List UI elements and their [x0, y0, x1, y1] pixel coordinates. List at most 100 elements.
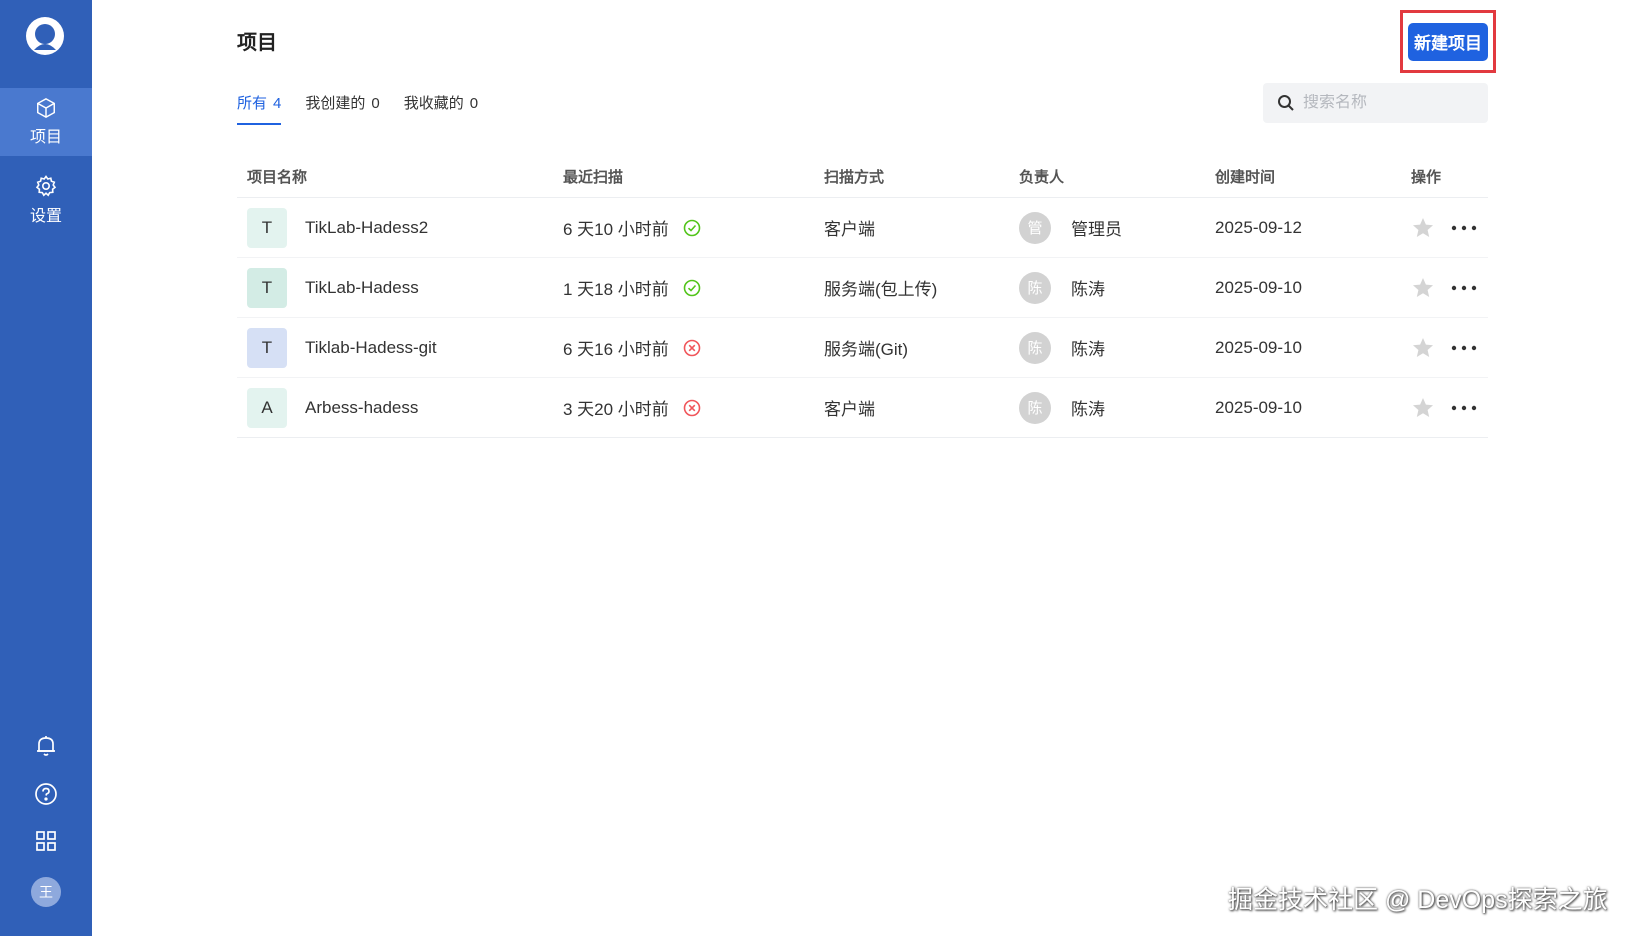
favorite-button[interactable]	[1411, 336, 1435, 360]
created-date-cell: 2025-09-12	[1215, 217, 1302, 237]
more-actions-button[interactable]	[1451, 285, 1477, 291]
project-tabs: 所有 4 我创建的 0 我收藏的 0	[237, 92, 478, 125]
column-header-created[interactable]: 创建时间	[1215, 166, 1411, 187]
table-row[interactable]: A Arbess-hadess 3 天20 小时前 客户端 陈 陈涛 2025-09-10	[237, 378, 1488, 438]
search-input[interactable]	[1303, 94, 1473, 112]
favorite-button[interactable]	[1411, 396, 1435, 420]
owner-name: 陈涛	[1071, 400, 1105, 419]
bell-icon	[37, 736, 55, 756]
favorite-button[interactable]	[1411, 276, 1435, 300]
actions-cell	[1411, 276, 1488, 300]
tab-count: 4	[273, 95, 282, 112]
scan-status	[683, 339, 701, 357]
favorite-button[interactable]	[1411, 216, 1435, 240]
project-name-link[interactable]: TikLab-Hadess	[305, 278, 419, 298]
more-icon	[1451, 285, 1477, 290]
project-avatar: A	[247, 387, 287, 428]
notifications-button[interactable]	[0, 731, 92, 761]
success-check-icon	[683, 279, 701, 296]
apps-button[interactable]	[0, 826, 92, 856]
last-scan-cell: 1 天18 小时前	[563, 275, 824, 300]
create-button-highlight: 新建项目	[1400, 10, 1496, 73]
failed-x-icon	[683, 399, 701, 416]
owner-name: 陈涛	[1071, 280, 1105, 299]
column-header-actions: 操作	[1411, 168, 1442, 186]
tab-label: 所有	[237, 95, 268, 112]
failed-x-icon	[683, 339, 701, 356]
cube-icon	[37, 97, 55, 119]
nav-label-settings: 设置	[29, 208, 62, 225]
project-name-link[interactable]: Arbess-hadess	[305, 398, 418, 418]
tab-created-by-me[interactable]: 我创建的 0	[305, 92, 379, 125]
nav-label-projects: 项目	[29, 129, 62, 146]
project-table: 项目名称 最近扫描 扫描方式 负责人 创建时间 操作 T TikLab-Hades…	[237, 155, 1488, 438]
project-avatar: T	[247, 207, 287, 248]
sidebar: 项目 设置 王	[0, 0, 92, 936]
owner-avatar: 管	[1019, 211, 1051, 244]
search-icon	[1278, 95, 1294, 111]
project-name-link[interactable]: Tiklab-Hadess-git	[305, 338, 437, 358]
help-button[interactable]	[0, 779, 92, 809]
user-avatar: 王	[31, 877, 61, 907]
scan-mode-cell: 客户端	[824, 220, 875, 239]
table-row[interactable]: T TikLab-Hadess 1 天18 小时前 服务端(包上传) 陈 陈涛 2025-0…	[237, 258, 1488, 318]
nav-item-projects[interactable]: 项目	[0, 88, 92, 156]
tab-count: 0	[469, 95, 479, 112]
owner-cell: 陈 陈涛	[1019, 271, 1215, 304]
scan-mode-cell: 客户端	[824, 400, 875, 419]
star-icon	[1413, 337, 1433, 357]
project-name-cell: T Tiklab-Hadess-git	[237, 327, 563, 368]
scan-mode-cell: 服务端(Git)	[824, 340, 909, 359]
owner-cell: 管 管理员	[1019, 211, 1215, 244]
tab-favorites[interactable]: 我收藏的 0	[404, 92, 478, 125]
apps-grid-icon	[36, 831, 56, 851]
success-check-icon	[683, 219, 701, 236]
page-title: 项目	[237, 32, 277, 54]
table-row[interactable]: T Tiklab-Hadess-git 6 天16 小时前 服务端(Git) 陈 陈涛 20…	[237, 318, 1488, 378]
table-header: 项目名称 最近扫描 扫描方式 负责人 创建时间 操作	[237, 155, 1488, 198]
more-icon	[1451, 225, 1477, 230]
owner-cell: 陈 陈涛	[1019, 391, 1215, 424]
owner-avatar: 陈	[1019, 271, 1051, 304]
more-actions-button[interactable]	[1451, 405, 1477, 411]
user-menu[interactable]: 王	[0, 877, 92, 907]
last-scan-text: 6 天10 小时前	[563, 220, 669, 239]
created-date-cell: 2025-09-10	[1215, 277, 1302, 297]
last-scan-cell: 3 天20 小时前	[563, 395, 824, 420]
created-date-cell: 2025-09-10	[1215, 397, 1302, 417]
project-name-cell: T TikLab-Hadess2	[237, 207, 563, 248]
actions-cell	[1411, 336, 1488, 360]
owner-avatar: 陈	[1019, 391, 1051, 424]
tab-all[interactable]: 所有 4	[237, 92, 282, 125]
create-project-button[interactable]: 新建项目	[1408, 22, 1488, 61]
column-header-scan-mode[interactable]: 扫描方式	[824, 166, 1019, 187]
tab-count: 0	[371, 95, 380, 112]
project-name-cell: T TikLab-Hadess	[237, 267, 563, 308]
last-scan-text: 6 天16 小时前	[563, 340, 669, 359]
more-icon	[1451, 405, 1477, 410]
more-icon	[1451, 345, 1477, 350]
project-name-link[interactable]: TikLab-Hadess2	[305, 218, 428, 238]
actions-cell	[1411, 216, 1488, 240]
last-scan-cell: 6 天10 小时前	[563, 215, 824, 240]
more-actions-button[interactable]	[1451, 225, 1477, 231]
actions-cell	[1411, 396, 1488, 420]
app-logo[interactable]	[25, 16, 65, 58]
tab-label: 我收藏的	[403, 95, 464, 112]
owner-name: 管理员	[1071, 220, 1122, 239]
nav-item-settings[interactable]: 设置	[0, 166, 92, 234]
last-scan-text: 3 天20 小时前	[563, 400, 669, 419]
owner-name: 陈涛	[1071, 340, 1105, 359]
watermark: 掘金技术社区 @ DevOps探索之旅	[1228, 886, 1608, 914]
table-row[interactable]: T TikLab-Hadess2 6 天10 小时前 客户端 管 管理员 2025-09-1…	[237, 198, 1488, 258]
help-icon	[35, 783, 57, 805]
last-scan-cell: 6 天16 小时前	[563, 335, 824, 360]
more-actions-button[interactable]	[1451, 345, 1477, 351]
gear-icon	[35, 175, 57, 197]
scan-status	[683, 399, 701, 417]
search-box	[1263, 83, 1488, 123]
column-header-last-scan[interactable]: 最近扫描	[563, 166, 824, 187]
column-header-owner[interactable]: 负责人	[1019, 166, 1215, 187]
project-avatar: T	[247, 327, 287, 368]
column-header-name[interactable]: 项目名称	[237, 166, 563, 187]
